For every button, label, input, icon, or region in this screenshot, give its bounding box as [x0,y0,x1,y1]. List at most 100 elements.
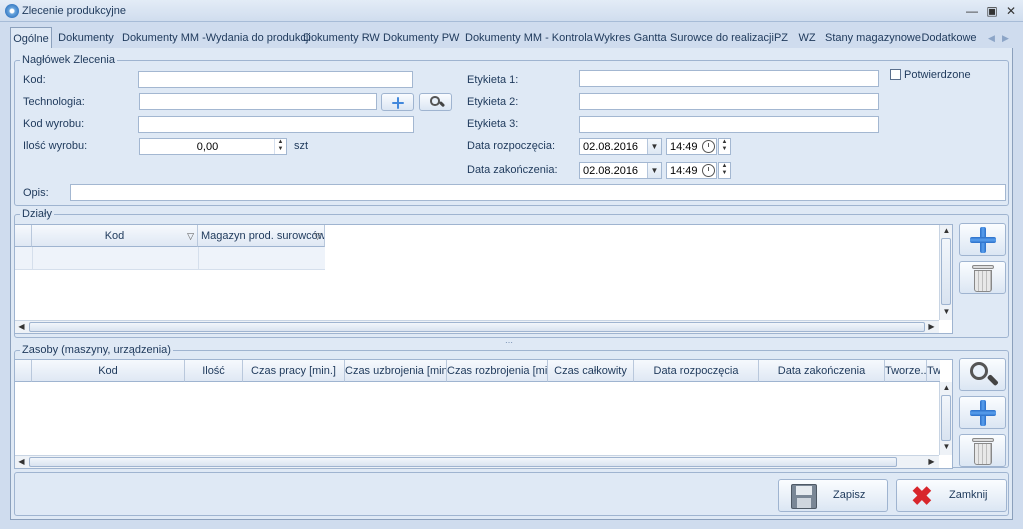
splitter-grip-icon[interactable]: ⋯ [505,338,513,347]
zasoby-horizontal-scrollbar[interactable]: ◀ ▶ [15,455,939,468]
tab-dokumenty-mm-wydania[interactable]: Dokumenty MM -Wydania do produkcji [122,27,311,49]
tab-wz[interactable]: WZ [797,27,817,49]
column-header-kod[interactable]: Kod [32,360,185,382]
zasoby-vertical-scrollbar[interactable]: ▲ ▼ [939,382,952,455]
tab-dokumenty-pw[interactable]: Dokumenty PW [383,27,459,49]
title-bar: Zlecenie produkcyjne — ▣ ✕ [0,0,1023,22]
kod-input[interactable] [138,71,413,88]
tab-dokumenty-rw[interactable]: Dokumenty RW [303,27,380,49]
ilosc-unit: szt [294,140,309,152]
filter-row[interactable] [15,247,325,270]
column-header-data-rozpoczecia[interactable]: Data rozpoczęcia [634,360,759,382]
date-dropdown-icon[interactable]: ▼ [647,163,661,178]
data-zakonczenia-label: Data zakończenia: [467,164,558,176]
scroll-thumb[interactable] [29,457,897,467]
tab-ogolne[interactable]: Ogólne [10,27,52,50]
trash-icon [972,265,994,292]
column-header-tw[interactable]: Tw [927,360,940,382]
time-spinner[interactable]: ▲ ▼ [718,162,731,179]
zasoby-group-label: Zasoby (maszyny, urządzenia) [20,344,173,356]
close-x-icon: ✖ [911,481,933,511]
tab-stany-magazynowe[interactable]: Stany magazynowe [825,27,921,49]
etykieta3-label: Etykieta 3: [467,118,519,130]
save-label: Zapisz [833,489,866,501]
column-header-czas-uzbrojenia[interactable]: Czas uzbrojenia [min.] [345,360,447,382]
ilosc-spinner[interactable]: ▲ ▼ [274,139,286,154]
column-header-czas-rozbrojenia[interactable]: Czas rozbrojenia [mi... [447,360,548,382]
tab-scroll-right-icon[interactable]: ▶ [1002,27,1009,49]
header-group-label: Nagłówek Zlecenia [20,54,117,66]
search-technologia-button[interactable] [419,93,452,111]
tab-dokumenty-mm-kontrola[interactable]: Dokumenty MM - Kontrola [465,27,593,49]
zasoby-grid[interactable]: Kod Ilość Czas pracy [min.] Czas uzbroje… [14,359,953,469]
delete-dzial-button[interactable] [959,261,1006,294]
close-form-button[interactable]: ✖ Zamknij [896,479,1007,512]
filter-icon[interactable]: ▽ [187,231,194,241]
scroll-right-icon[interactable]: ▶ [925,457,938,466]
dzialy-grid[interactable]: Kod ▽ Magazyn prod. surowców ▽ ▲ ▼ ◀ ▶ [14,224,953,334]
scroll-left-icon[interactable]: ◀ [15,457,28,466]
add-dzial-button[interactable] [959,223,1006,256]
scroll-down-icon[interactable]: ▼ [940,307,953,316]
technologia-label: Technologia: [23,96,85,108]
column-header-tworzenie[interactable]: Tworze... [885,360,927,382]
window-title: Zlecenie produkcyjne [22,5,126,17]
data-rozpoczecia-date: 02.08.2016 [583,141,639,153]
tab-dodatkowe[interactable]: Dodatkowe [921,27,977,49]
dzialy-horizontal-scrollbar[interactable]: ◀ ▶ [15,320,939,333]
kod-label: Kod: [23,74,46,86]
date-dropdown-icon[interactable]: ▼ [647,139,661,154]
add-zasob-button[interactable] [959,396,1006,429]
opis-input[interactable] [70,184,1006,201]
ilosc-label: Ilość wyrobu: [23,140,88,152]
scroll-left-icon[interactable]: ◀ [15,322,28,331]
ilosc-input[interactable]: 0,00 ▲ ▼ [139,138,287,155]
column-header-czas-pracy[interactable]: Czas pracy [min.] [243,360,345,382]
scroll-right-icon[interactable]: ▶ [925,322,938,331]
time-spinner[interactable]: ▲ ▼ [718,138,731,155]
column-header-kod[interactable]: Kod ▽ [32,225,198,247]
column-header-czas-calkowity[interactable]: Czas całkowity [548,360,634,382]
scroll-up-icon[interactable]: ▲ [940,226,953,235]
row-indicator-header [15,360,32,382]
tab-scroll-left-icon[interactable]: ◀ [988,27,995,49]
tab-surowce-do-realizacji[interactable]: Surowce do realizacji [670,27,774,49]
clock-icon [702,164,715,177]
scroll-up-icon[interactable]: ▲ [940,383,953,392]
technologia-input[interactable] [139,93,377,110]
data-zakonczenia-date-input[interactable]: 02.08.2016 ▼ [579,162,662,179]
maximize-button[interactable]: ▣ [983,3,1001,19]
minimize-button[interactable]: — [963,3,981,19]
etykieta2-input[interactable] [579,93,879,110]
kod-wyrobu-input[interactable] [138,116,414,133]
column-header-data-zakonczenia[interactable]: Data zakończenia [759,360,885,382]
data-rozpoczecia-time-input[interactable]: 14:49 [666,138,717,155]
etykieta1-input[interactable] [579,70,879,87]
add-technologia-button[interactable] [381,93,414,111]
data-rozpoczecia-date-input[interactable]: 02.08.2016 ▼ [579,138,662,155]
clock-icon [702,140,715,153]
data-zakonczenia-time-input[interactable]: 14:49 [666,162,717,179]
tab-pz[interactable]: PZ [772,27,790,49]
scroll-thumb[interactable] [29,322,925,332]
app-icon [5,4,19,18]
plus-icon [392,97,404,109]
potwierdzone-checkbox[interactable] [890,69,901,80]
filter-icon[interactable]: ▽ [314,231,321,241]
search-zasob-button[interactable] [959,358,1006,391]
scroll-thumb[interactable] [941,395,951,441]
close-button[interactable]: ✕ [1002,3,1020,19]
search-icon [970,362,999,389]
column-header-magazyn[interactable]: Magazyn prod. surowców ▽ [198,225,325,247]
search-icon [430,96,446,110]
scroll-down-icon[interactable]: ▼ [940,442,953,451]
scroll-thumb[interactable] [941,238,951,305]
column-header-ilosc[interactable]: Ilość [185,360,243,382]
tab-dokumenty[interactable]: Dokumenty [56,27,116,49]
etykieta3-input[interactable] [579,116,879,133]
etykieta1-label: Etykieta 1: [467,74,519,86]
dzialy-vertical-scrollbar[interactable]: ▲ ▼ [939,225,952,320]
tab-wykres-gantta[interactable]: Wykres Gantta [594,27,667,49]
save-button[interactable]: Zapisz [778,479,888,512]
delete-zasob-button[interactable] [959,434,1006,467]
